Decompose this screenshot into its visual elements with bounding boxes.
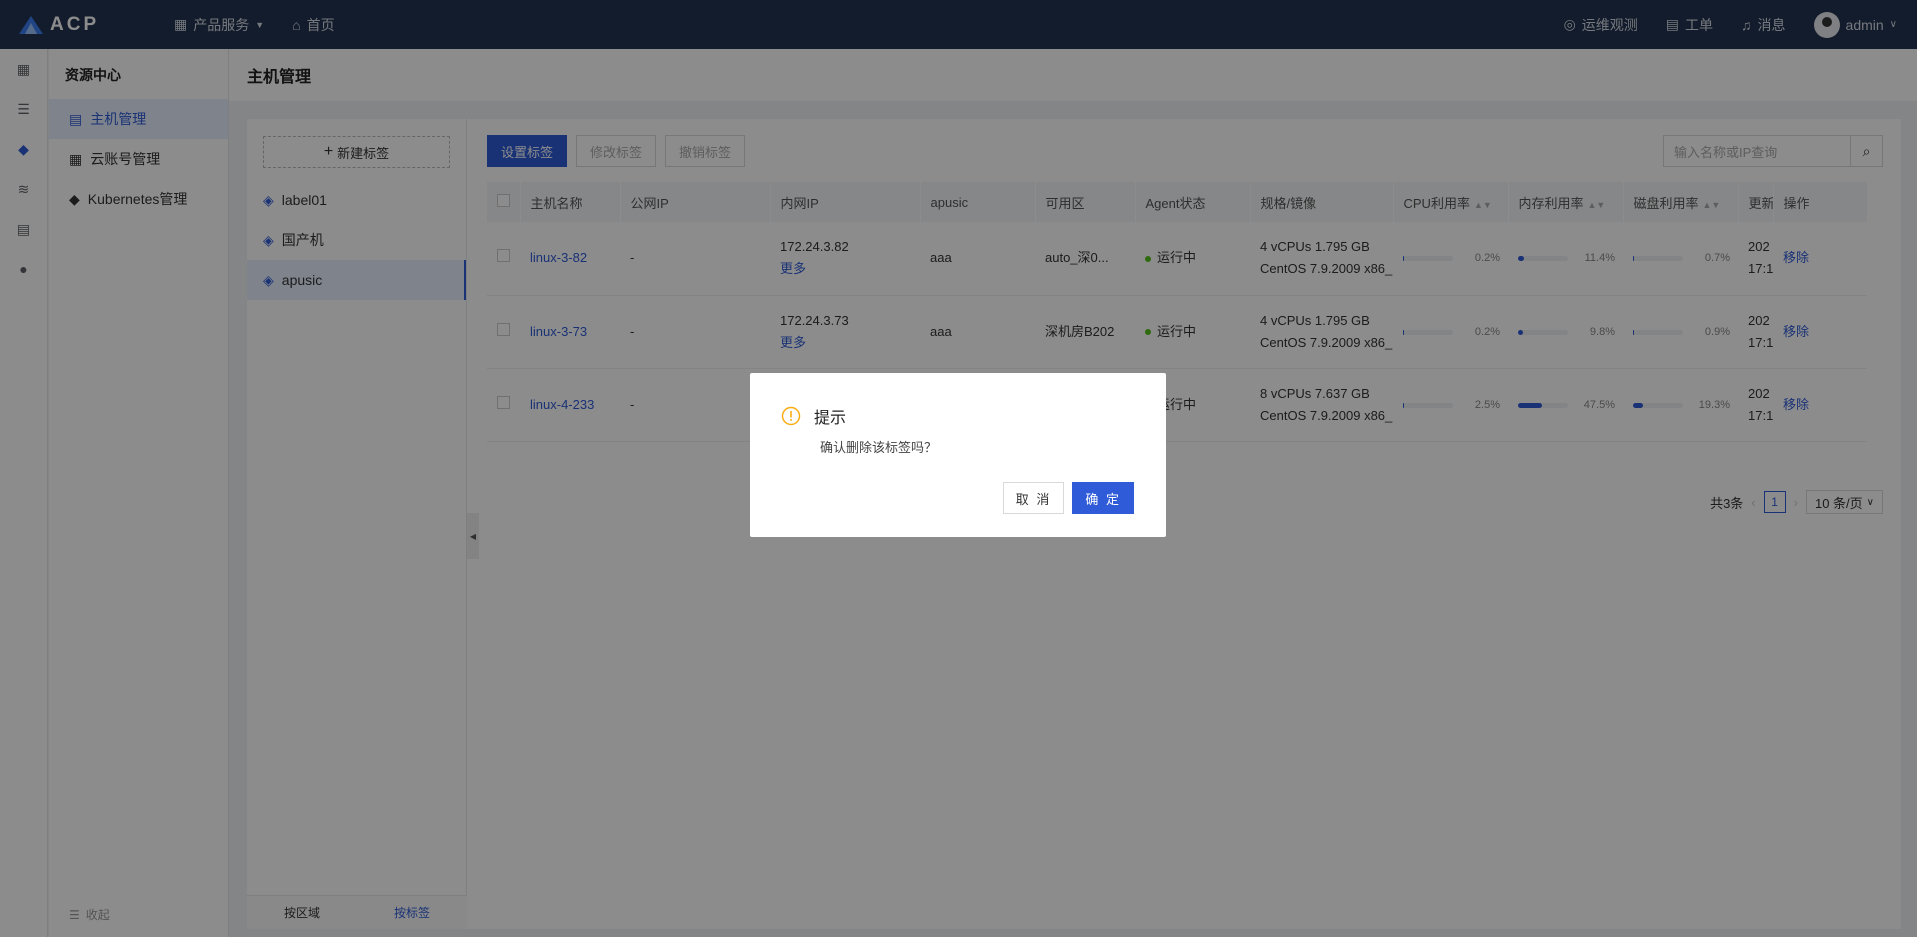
dialog-title: 提示: [814, 410, 847, 427]
warning-icon: [781, 406, 801, 426]
confirm-button[interactable]: 确 定: [1072, 482, 1134, 514]
dialog-message: 确认删除该标签吗？: [820, 440, 938, 455]
confirm-dialog: 提示 确认删除该标签吗？ 取 消 确 定: [750, 373, 1166, 537]
cancel-button[interactable]: 取 消: [1002, 482, 1065, 514]
